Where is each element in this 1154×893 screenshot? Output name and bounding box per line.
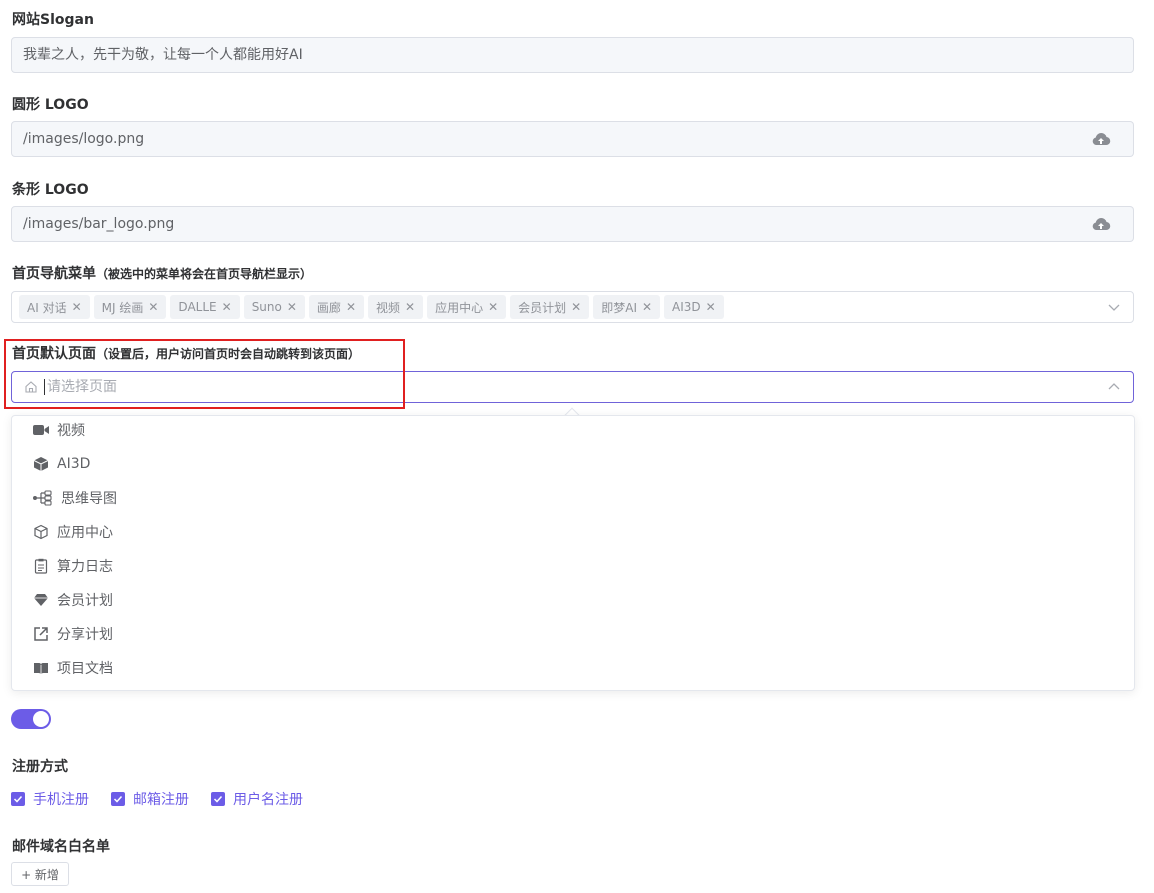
bar-logo-label: 条形 LOGO xyxy=(12,182,89,198)
book-icon xyxy=(32,659,50,677)
cloud-upload-icon xyxy=(1092,217,1111,231)
nav-tag-label: 画廊 xyxy=(316,300,341,315)
default-page-dropdown: 视频 AI3D 思维导图 应用中心 算力日志 会员计划 分享计划 项目文档 xyxy=(11,415,1135,691)
checkbox-email[interactable]: 邮箱注册 xyxy=(111,789,189,809)
nav-tag-label: MJ 绘画 xyxy=(101,300,144,315)
round-logo-input[interactable]: /images/logo.png xyxy=(11,121,1070,157)
checkbox-label: 邮箱注册 xyxy=(133,792,189,808)
dropdown-option-share-plan[interactable]: 分享计划 xyxy=(32,617,113,651)
check-icon xyxy=(113,795,123,803)
mindmap-icon xyxy=(32,489,54,507)
close-icon[interactable]: ✕ xyxy=(72,300,82,314)
nav-tag: 视频 ✕ xyxy=(368,295,424,319)
slogan-label: 网站Slogan xyxy=(12,12,94,28)
slogan-input[interactable]: 我辈之人，先干为敬，让每一个人都能用好AI xyxy=(11,37,1134,73)
toggle-switch[interactable] xyxy=(11,709,51,729)
register-methods: 手机注册 邮箱注册 用户名注册 xyxy=(11,789,325,809)
option-label: 算力日志 xyxy=(57,559,113,575)
register-label: 注册方式 xyxy=(12,759,68,775)
clipboard-icon xyxy=(32,557,50,575)
nav-tag: Suno ✕ xyxy=(243,295,305,319)
nav-tag: 画廊 ✕ xyxy=(308,295,364,319)
round-logo-upload-button[interactable] xyxy=(1069,121,1134,157)
nav-tag: AI3D ✕ xyxy=(664,295,724,319)
nav-tag: MJ 绘画 ✕ xyxy=(93,295,167,319)
share-icon xyxy=(32,625,50,643)
checkbox-box[interactable] xyxy=(111,792,125,806)
option-label: AI3D xyxy=(57,456,91,472)
checkbox-box[interactable] xyxy=(11,792,25,806)
nav-menu-hint: （被选中的菜单将会在首页导航栏显示） xyxy=(96,267,313,281)
nav-tag-label: AI3D xyxy=(672,300,701,314)
dropdown-option-membership[interactable]: 会员计划 xyxy=(32,583,113,617)
dropdown-option-app-center[interactable]: 应用中心 xyxy=(32,515,113,549)
check-icon xyxy=(13,795,23,803)
add-domain-button[interactable]: + 新增 xyxy=(11,862,69,886)
nav-tag-label: AI 对话 xyxy=(27,300,67,315)
nav-tag: 应用中心 ✕ xyxy=(427,295,507,319)
round-logo-label: 圆形 LOGO xyxy=(12,97,89,113)
nav-menu-label: 首页导航菜单（被选中的菜单将会在首页导航栏显示） xyxy=(12,263,312,283)
nav-tag: DALLE ✕ xyxy=(170,295,240,319)
close-icon[interactable]: ✕ xyxy=(222,300,232,314)
checkbox-username[interactable]: 用户名注册 xyxy=(211,789,303,809)
nav-tag-label: DALLE xyxy=(178,300,217,314)
close-icon[interactable]: ✕ xyxy=(488,300,498,314)
diamond-icon xyxy=(32,591,50,609)
nav-tag-label: 视频 xyxy=(376,300,401,315)
check-icon xyxy=(213,795,223,803)
bar-logo-upload-button[interactable] xyxy=(1069,206,1134,242)
chevron-down-icon[interactable] xyxy=(1107,300,1121,314)
close-icon[interactable]: ✕ xyxy=(405,300,415,314)
option-label: 分享计划 xyxy=(57,627,113,643)
close-icon[interactable]: ✕ xyxy=(571,300,581,314)
dropdown-option-video[interactable]: 视频 xyxy=(32,413,85,447)
close-icon[interactable]: ✕ xyxy=(706,300,716,314)
highlight-box xyxy=(4,339,405,409)
dropdown-option-mindmap[interactable]: 思维导图 xyxy=(32,481,117,515)
nav-tag-label: 会员计划 xyxy=(518,300,567,315)
close-icon[interactable]: ✕ xyxy=(287,300,297,314)
option-label: 思维导图 xyxy=(61,491,117,507)
cube-icon xyxy=(32,455,50,473)
option-label: 项目文档 xyxy=(57,661,113,677)
nav-menu-title: 首页导航菜单 xyxy=(12,266,96,282)
checkbox-label: 用户名注册 xyxy=(233,792,303,808)
email-whitelist-label: 邮件域名白名单 xyxy=(12,839,110,855)
close-icon[interactable]: ✕ xyxy=(642,300,652,314)
chevron-up-icon[interactable] xyxy=(1107,380,1121,394)
checkbox-label: 手机注册 xyxy=(33,792,89,808)
option-label: 视频 xyxy=(57,423,85,439)
checkbox-box[interactable] xyxy=(211,792,225,806)
nav-tag-label: Suno xyxy=(251,300,282,314)
nav-tag-label: 应用中心 xyxy=(435,300,484,315)
nav-tag: AI 对话 ✕ xyxy=(19,295,90,319)
nav-tag-label: 即梦AI xyxy=(601,300,637,315)
option-label: 应用中心 xyxy=(57,525,113,541)
dropdown-option-ai3d[interactable]: AI3D xyxy=(32,447,90,481)
toggle-knob xyxy=(33,711,49,727)
dropdown-option-docs[interactable]: 项目文档 xyxy=(32,651,113,685)
checkbox-phone[interactable]: 手机注册 xyxy=(11,789,89,809)
video-icon xyxy=(32,421,50,439)
nav-tag: 即梦AI ✕ xyxy=(593,295,661,319)
close-icon[interactable]: ✕ xyxy=(148,300,158,314)
option-label: 会员计划 xyxy=(57,593,113,609)
nav-menu-select[interactable]: AI 对话 ✕ MJ 绘画 ✕ DALLE ✕ Suno ✕ 画廊 ✕ 视频 ✕ 应用中心 ✕… xyxy=(11,291,1134,323)
bar-logo-input[interactable]: /images/bar_logo.png xyxy=(11,206,1070,242)
cloud-upload-icon xyxy=(1092,132,1111,146)
nav-tag: 会员计划 ✕ xyxy=(510,295,590,319)
box-icon xyxy=(32,523,50,541)
dropdown-option-power-log[interactable]: 算力日志 xyxy=(32,549,113,583)
close-icon[interactable]: ✕ xyxy=(346,300,356,314)
